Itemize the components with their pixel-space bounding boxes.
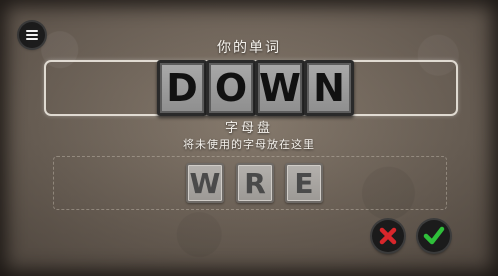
letter-bank-instruction: 将未使用的字母放在这里 [183, 138, 315, 151]
your-word-label: 你的单词 [217, 40, 281, 56]
bank-tile-2[interactable]: R [236, 163, 274, 203]
bank-tile-1[interactable]: W [186, 163, 224, 203]
letter-bank-title: 字母盘 [224, 121, 273, 136]
cancel-button[interactable] [372, 220, 404, 252]
word-tile-1[interactable]: D [157, 60, 207, 116]
menu-icon-bar-2 [26, 34, 38, 36]
menu-icon-bar-1 [26, 30, 38, 32]
confirm-button[interactable] [418, 220, 450, 252]
game-screen: 你的单词 D O W N 字母盘 将未使用的字母放在这里 W R E [0, 0, 498, 276]
word-tile-4[interactable]: N [304, 60, 354, 116]
red-x-icon [379, 227, 397, 245]
green-check-icon [423, 226, 445, 245]
word-tile-3[interactable]: W [255, 60, 305, 116]
word-tile-2[interactable]: O [206, 60, 256, 116]
bank-tile-3[interactable]: E [285, 163, 323, 203]
